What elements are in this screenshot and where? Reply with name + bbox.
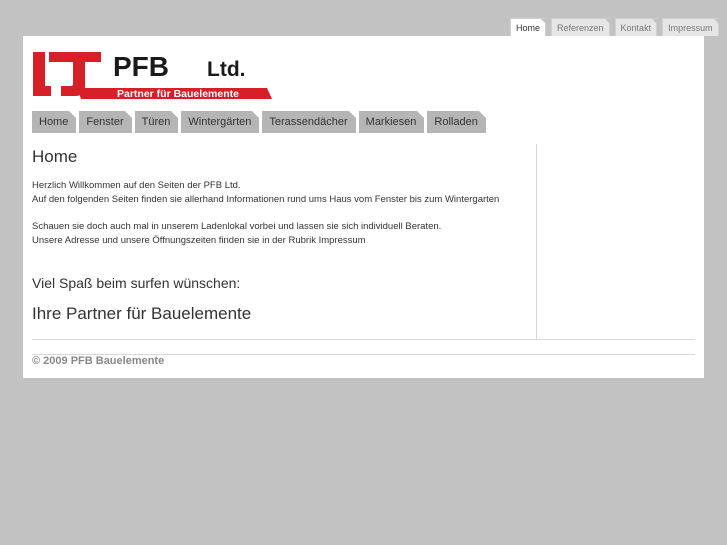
logo-suffix: Ltd. xyxy=(207,58,245,81)
visit-text-line1: Schauen sie doch auch mal in unserem Lad… xyxy=(32,221,442,232)
top-tab-impressum[interactable]: Impressum xyxy=(662,18,719,36)
signature-text: Ihre Partner für Bauelemente xyxy=(32,304,252,323)
nav-item-terassendaecher[interactable]: Terassendächer xyxy=(262,111,356,133)
nav-item-rolladen[interactable]: Rolladen xyxy=(427,111,487,133)
logo-name: PFB xyxy=(113,51,169,82)
top-tab-kontakt[interactable]: Kontakt xyxy=(614,18,658,36)
nav-item-wintergaerten[interactable]: Wintergärten xyxy=(181,111,260,133)
nav-item-markiesen[interactable]: Markiesen xyxy=(358,111,425,133)
logo-tagline: Partner für Bauelemente xyxy=(117,88,239,100)
top-tab-referenzen[interactable]: Referenzen xyxy=(551,18,610,36)
visit-text-line2: Unsere Adresse und unsere Öffnungszeiten… xyxy=(32,235,366,246)
nav-item-fenster[interactable]: Fenster xyxy=(79,111,132,133)
page-title: Home xyxy=(32,147,78,166)
page-container: PFB Ltd. Partner für Bauelemente Home Fe… xyxy=(23,36,704,378)
nav-item-home[interactable]: Home xyxy=(32,111,77,133)
divider-top xyxy=(32,339,695,340)
welcome-text-line1: Herzlich Willkommen auf den Seiten der P… xyxy=(32,180,241,191)
footer-copyright: © 2009 PFB Bauelemente xyxy=(32,355,165,367)
top-tab-home[interactable]: Home xyxy=(510,18,547,37)
site-logo[interactable]: PFB Ltd. Partner für Bauelemente xyxy=(31,46,276,102)
nav-item-tueren[interactable]: Türen xyxy=(134,111,179,133)
top-tab-bar: Home Referenzen Kontakt Impressum xyxy=(510,18,719,37)
logo-graphic: PFB Ltd. Partner für Bauelemente xyxy=(33,51,272,100)
welcome-text-line2: Auf den folgenden Seiten finden sie alle… xyxy=(32,194,500,205)
main-content: Home Herzlich Willkommen auf den Seiten … xyxy=(32,144,537,339)
greeting-text: Viel Spaß beim surfen wünschen: xyxy=(32,275,241,291)
main-nav: Home Fenster Türen Wintergärten Terassen… xyxy=(32,111,487,133)
